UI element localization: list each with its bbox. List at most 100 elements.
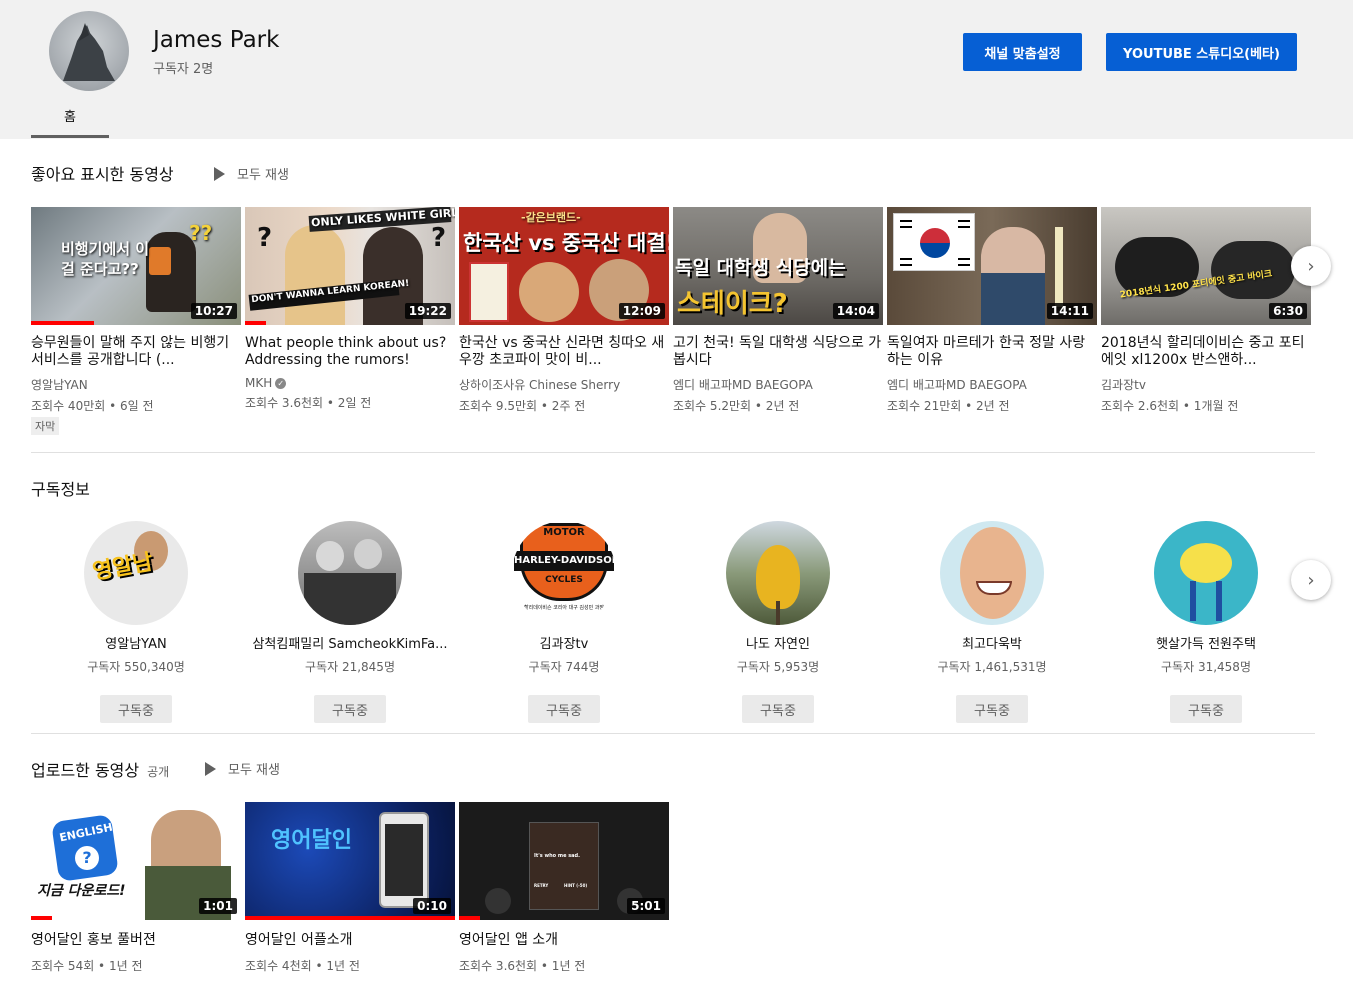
chevron-right-icon: › (1307, 569, 1315, 591)
video-title[interactable]: 영어달인 어플소개 (245, 932, 455, 949)
video-card[interactable]: -같은브랜드- 한국산 vs 중국산 대결! 12:09 한국산 vs 중국산 … (459, 207, 669, 414)
youtube-studio-button[interactable]: YOUTUBE 스튜디오(베타) (1106, 33, 1297, 71)
video-title[interactable]: 승무원들이 말해 주지 않는 비행기 서비스를 공개합니다 (... (31, 335, 241, 369)
subscription-name[interactable]: 나도 자연인 (671, 633, 885, 652)
subscription-name[interactable]: 김과장tv (457, 633, 671, 652)
liked-videos-title[interactable]: 좋아요 표시한 동영상 (31, 161, 174, 185)
video-duration: 5:01 (627, 898, 665, 914)
video-card[interactable]: 14:11 독일여자 마르테가 한국 정말 사랑하는 이유 엠디 배고파MD B… (887, 207, 1097, 414)
person-clothes (981, 273, 1045, 325)
subscription-count: 구독자 31,458명 (1161, 660, 1251, 674)
uploads-play-all-button[interactable]: 모두 재생 (205, 759, 280, 778)
video-channel[interactable]: 상하이조사유 Chinese Sherry (459, 376, 669, 393)
channel-avatar[interactable]: 영알남 (84, 521, 188, 625)
video-title[interactable]: What people think about us? Addressing t… (245, 335, 455, 369)
ramen-pack (469, 262, 509, 322)
channel-avatar[interactable]: MOTOR HARLEY-DAVIDSON CYCLES 할리데이비슨 코리아 … (512, 521, 616, 625)
video-card[interactable]: It's who me sad. RETRY HINT (-50) 5:01 영… (459, 802, 669, 974)
person-face (519, 262, 579, 322)
video-title[interactable]: 2018년식 할리데이비슨 중고 포티에잇 xl1200x 반스앤하... (1101, 335, 1311, 369)
channel-subscriber-count: 구독자 2명 (153, 62, 214, 77)
subscribed-button[interactable]: 구독중 (528, 695, 600, 723)
video-meta: 조회수 4천회 • 1년 전 (245, 959, 360, 973)
video-title[interactable]: 영어달인 앱 소개 (459, 932, 669, 949)
snack-bag (149, 247, 171, 275)
avatar-logo-text-bottom: CYCLES (545, 575, 583, 585)
video-thumbnail[interactable]: -같은브랜드- 한국산 vs 중국산 대결! 12:09 (459, 207, 669, 325)
subscription-count: 구독자 744명 (528, 660, 600, 674)
video-card[interactable]: 독일 대학생 식당에는 스테이크? 14:04 고기 천국! 독일 대학생 식당… (673, 207, 883, 414)
video-thumbnail[interactable]: ONLY LIKES WHITE GIRLS DON'T WANNA LEARN… (245, 207, 455, 325)
video-title[interactable]: 한국산 vs 중국산 신라면 칭따오 새우깡 초코파이 맛이 비... (459, 335, 669, 369)
subscription-count: 구독자 1,461,531명 (937, 660, 1047, 674)
video-card[interactable]: 영어달인 0:10 영어달인 어플소개 조회수 4천회 • 1년 전 (245, 802, 455, 974)
liked-play-all-button[interactable]: 모두 재생 (214, 164, 289, 183)
video-card[interactable]: ENGLISH ? 지금 다운로드! 1:01 영어달인 홍보 풀버젼 조회수 … (31, 802, 241, 974)
video-title[interactable]: 고기 천국! 독일 대학생 식당으로 가봅시다 (673, 335, 883, 369)
app-screen: It's who me sad. RETRY HINT (-50) (529, 822, 599, 910)
video-channel[interactable]: 김과장tv (1101, 376, 1311, 393)
video-channel[interactable]: 엠디 배고파MD BAEGOPA (673, 376, 883, 393)
video-thumbnail[interactable]: It's who me sad. RETRY HINT (-50) 5:01 (459, 802, 669, 920)
subscribed-button[interactable]: 구독중 (742, 695, 814, 723)
video-duration: 10:27 (190, 303, 237, 319)
video-thumbnail[interactable]: 독일 대학생 식당에는 스테이크? 14:04 (673, 207, 883, 325)
subscribed-button[interactable]: 구독중 (314, 695, 386, 723)
video-thumbnail[interactable]: ENGLISH ? 지금 다운로드! 1:01 (31, 802, 241, 920)
subscription-channel[interactable]: MOTOR HARLEY-DAVIDSON CYCLES 할리데이비슨 코리아 … (457, 521, 671, 723)
video-meta: 조회수 40만회 • 6일 전 (31, 399, 154, 413)
thumbnail-caption: 영어달인 (271, 828, 352, 853)
video-title[interactable]: 독일여자 마르테가 한국 정말 사랑하는 이유 (887, 335, 1097, 369)
video-meta: 조회수 21만회 • 2년 전 (887, 399, 1010, 413)
uploads-title[interactable]: 업로드한 동영상 공개 (31, 757, 169, 781)
tab-home[interactable]: 홈 (31, 100, 109, 138)
video-meta: 조회수 3.6천회 • 2일 전 (245, 396, 372, 410)
video-card[interactable]: 비행기에서 이걸 준다고?? ?? 10:27 승무원들이 말해 주지 않는 비… (31, 207, 241, 435)
video-card[interactable]: 2018년식 1200 포티에잇 중고 바이크 6:30 2018년식 할리데이… (1101, 207, 1311, 414)
subscription-name[interactable]: 영알남YAN (29, 633, 243, 652)
video-duration: 1:01 (199, 898, 237, 914)
channel-avatar[interactable] (298, 521, 402, 625)
subscription-name[interactable]: 삼척킴패밀리 SamcheokKimFa... (243, 633, 457, 652)
video-channel[interactable]: 영알남YAN (31, 376, 241, 393)
subscribed-button[interactable]: 구독중 (1170, 695, 1242, 723)
subscription-channel[interactable]: 최고다욱박 구독자 1,461,531명 구독중 (885, 521, 1099, 723)
wolf-icon (63, 23, 115, 81)
play-icon (214, 166, 225, 181)
video-channel[interactable]: 엠디 배고파MD BAEGOPA (887, 376, 1097, 393)
video-thumbnail[interactable]: 비행기에서 이걸 준다고?? ?? 10:27 (31, 207, 241, 325)
subscription-count: 구독자 21,845명 (305, 660, 395, 674)
question-icon: ? (75, 846, 99, 870)
play-all-label: 모두 재생 (237, 168, 289, 183)
liked-next-button[interactable]: › (1291, 246, 1331, 286)
subscription-name[interactable]: 최고다욱박 (885, 633, 1099, 652)
customize-channel-button[interactable]: 채널 맞춤설정 (963, 33, 1082, 71)
channel-avatar[interactable] (1154, 521, 1258, 625)
channel-avatar[interactable] (940, 521, 1044, 625)
section-divider (31, 733, 1315, 734)
subscription-channel[interactable]: 영알남 영알남YAN 구독자 550,340명 구독중 (29, 521, 243, 723)
subscribed-button[interactable]: 구독중 (956, 695, 1028, 723)
video-thumbnail[interactable]: 14:11 (887, 207, 1097, 325)
play-icon (205, 761, 216, 776)
channel-avatar[interactable] (49, 11, 129, 91)
subscribed-button[interactable]: 구독중 (100, 695, 172, 723)
thumbnail-subcaption: -같은브랜드- (521, 211, 581, 224)
video-thumbnail[interactable]: 2018년식 1200 포티에잇 중고 바이크 6:30 (1101, 207, 1311, 325)
channel-avatar[interactable] (726, 521, 830, 625)
avatar-caption: 할리데이비슨 코리아 대구 김성민 과장 (524, 605, 604, 611)
retry-label: RETRY (534, 883, 549, 888)
subscriptions-next-button[interactable]: › (1291, 560, 1331, 600)
video-channel[interactable]: MKH ✓ (245, 376, 455, 390)
subscriptions-title[interactable]: 구독정보 (31, 476, 90, 500)
thumbnail-caption: 독일 대학생 식당에는 (675, 257, 846, 279)
subscription-name[interactable]: 햇살가득 전원주택 (1099, 633, 1313, 652)
subscription-channel[interactable]: 햇살가득 전원주택 구독자 31,458명 구독중 (1099, 521, 1313, 723)
channel-name-label: MKH (245, 376, 273, 390)
subscription-channel[interactable]: 삼척킴패밀리 SamcheokKimFa... 구독자 21,845명 구독중 (243, 521, 457, 723)
subscription-channel[interactable]: 나도 자연인 구독자 5,953명 구독중 (671, 521, 885, 723)
avatar-logo-text: HARLEY-DAVIDSON (514, 551, 616, 571)
video-card[interactable]: ONLY LIKES WHITE GIRLS DON'T WANNA LEARN… (245, 207, 455, 411)
video-title[interactable]: 영어달인 홍보 풀버젼 (31, 932, 241, 949)
video-thumbnail[interactable]: 영어달인 0:10 (245, 802, 455, 920)
